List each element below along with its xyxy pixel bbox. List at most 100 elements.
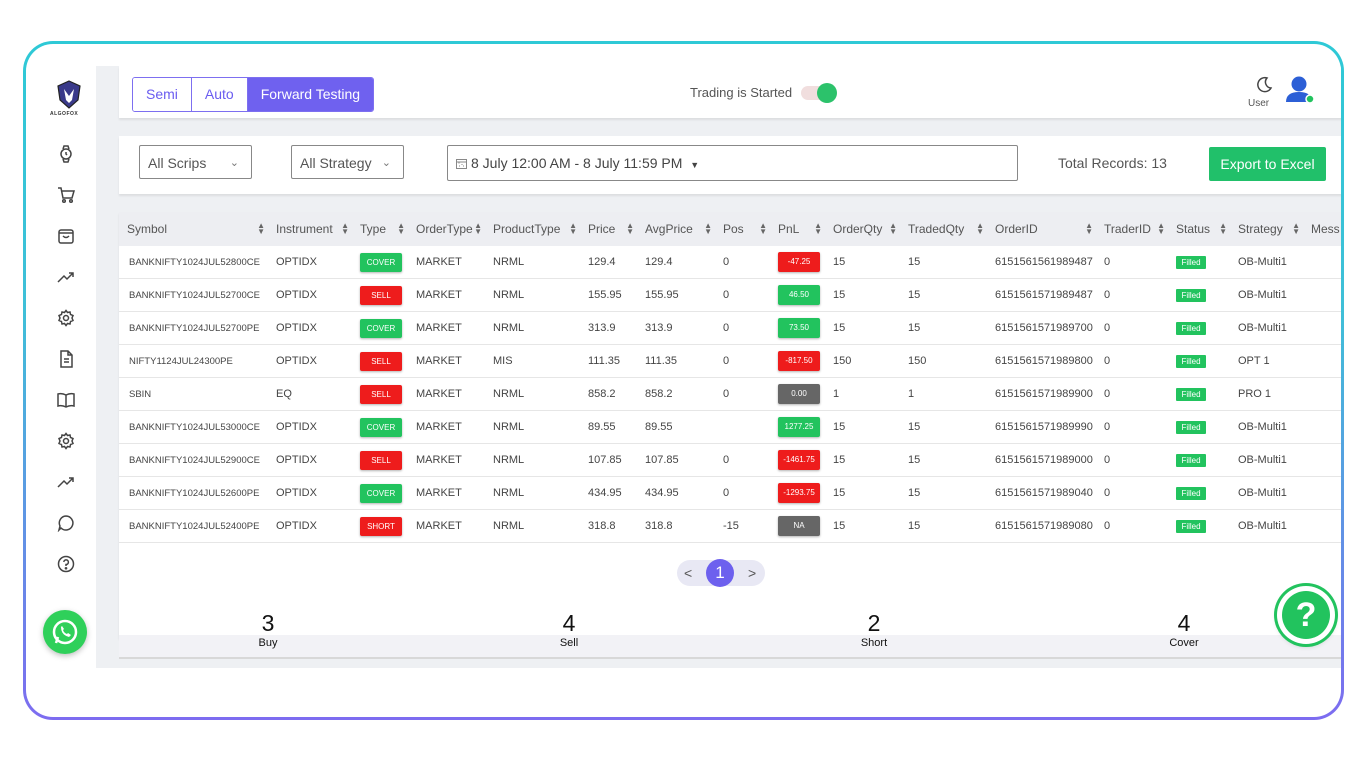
cell-ordertype: MARKET <box>408 311 485 345</box>
moon-icon[interactable] <box>1255 76 1273 99</box>
watch-icon[interactable] <box>56 144 76 164</box>
sort-icon[interactable]: ▲ ▼ <box>626 222 634 236</box>
cell-strategy: OB-Multi1 <box>1230 410 1303 444</box>
next-page-button[interactable]: > <box>748 565 756 581</box>
cell-price: 155.95 <box>580 278 637 312</box>
cell-symbol: BANKNIFTY1024JUL52400PE <box>119 509 268 543</box>
cell-strategy: OB-Multi1 <box>1230 443 1303 477</box>
tab-forward-testing[interactable]: Forward Testing <box>247 78 374 111</box>
cell-tqty: 150 <box>900 344 987 378</box>
cell-price: 129.4 <box>580 246 637 279</box>
help-circle-icon[interactable] <box>56 554 76 574</box>
pnl-badge: -1293.75 <box>778 483 820 503</box>
status-badge: Filled <box>1176 321 1206 335</box>
column-header-producttype[interactable]: ProductType ▲ ▼ <box>485 212 580 246</box>
date-range-picker[interactable]: 8 July 12:00 AM - 8 July 11:59 PM ▼ <box>447 145 1018 181</box>
sort-icon[interactable]: ▲ ▼ <box>814 222 822 236</box>
top-bar: Semi Auto Forward Testing Trading is Sta… <box>119 66 1341 118</box>
scrips-dropdown[interactable]: All Scrips ⌄ <box>139 145 252 179</box>
column-header-price[interactable]: Price ▲ ▼ <box>580 212 637 246</box>
cell-tqty: 15 <box>900 410 987 444</box>
document-icon[interactable] <box>56 349 76 369</box>
cell-type: SELL <box>352 443 408 477</box>
sort-icon[interactable]: ▲ ▼ <box>889 222 897 236</box>
trending-up-icon[interactable] <box>56 267 76 287</box>
table-row[interactable]: BANKNIFTY1024JUL52600PE OPTIDX COVER MARKET… <box>119 476 1341 510</box>
avatar[interactable] <box>1283 74 1315 106</box>
column-header-tradedqty[interactable]: TradedQty ▲ ▼ <box>900 212 987 246</box>
table-row[interactable]: BANKNIFTY1024JUL52700PE OPTIDX COVER MARKET… <box>119 311 1341 345</box>
table-row[interactable]: BANKNIFTY1024JUL52400PE OPTIDX SHORT MARKET… <box>119 509 1341 543</box>
sort-icon[interactable]: ▲ ▼ <box>397 222 405 236</box>
whatsapp-button[interactable] <box>43 610 87 654</box>
trending-up-icon-2[interactable] <box>56 472 76 492</box>
cell-product: NRML <box>485 443 580 477</box>
cell-type: COVER <box>352 246 408 279</box>
tab-auto[interactable]: Auto <box>191 78 248 111</box>
table-row[interactable]: SBIN EQ SELL MARKET NRML 858.2 858.2 0 0.00 1 1 615… <box>119 377 1341 411</box>
sort-icon[interactable]: ▲ ▼ <box>257 222 265 236</box>
cell-symbol: BANKNIFTY1024JUL53000CE <box>119 410 268 444</box>
trading-toggle[interactable] <box>801 83 837 103</box>
toggle-knob <box>817 83 837 103</box>
sort-icon[interactable]: ▲ ▼ <box>341 222 349 236</box>
help-button[interactable]: ? <box>1277 586 1335 644</box>
sort-icon[interactable]: ▲ ▼ <box>1157 222 1165 236</box>
pnl-badge: -47.25 <box>778 252 820 272</box>
sort-icon[interactable]: ▲ ▼ <box>704 222 712 236</box>
table-row[interactable]: BANKNIFTY1024JUL52800CE OPTIDX COVER MARKET… <box>119 246 1341 279</box>
column-header-pos[interactable]: Pos ▲ ▼ <box>715 212 770 246</box>
settings-icon[interactable] <box>56 308 76 328</box>
table-row[interactable]: BANKNIFTY1024JUL52700CE OPTIDX SELL MARKET N… <box>119 278 1341 312</box>
column-header-traderid[interactable]: TraderID ▲ ▼ <box>1096 212 1168 246</box>
prev-page-button[interactable]: < <box>684 565 692 581</box>
cell-traderid: 0 <box>1096 246 1168 279</box>
column-header-strategy[interactable]: Strategy ▲ ▼ <box>1230 212 1303 246</box>
column-header-instrument[interactable]: Instrument ▲ ▼ <box>268 212 352 246</box>
settings-icon-2[interactable] <box>56 431 76 451</box>
column-header-mess[interactable]: Mess <box>1303 212 1341 246</box>
column-header-ordertype[interactable]: OrderType ▲ ▼ <box>408 212 485 246</box>
shopping-bag-icon[interactable] <box>56 226 76 246</box>
cart-icon[interactable] <box>56 185 76 205</box>
column-label: Strategy <box>1238 222 1283 236</box>
sort-icon[interactable]: ▲ ▼ <box>569 222 577 236</box>
cell-type: COVER <box>352 476 408 510</box>
current-page[interactable]: 1 <box>706 559 734 587</box>
user-menu[interactable]: User <box>1243 74 1315 118</box>
sort-icon[interactable]: ▲ ▼ <box>976 222 984 236</box>
column-header-orderid[interactable]: OrderID ▲ ▼ <box>987 212 1096 246</box>
chevron-down-icon: ⌄ <box>229 157 239 169</box>
column-label: AvgPrice <box>645 222 693 236</box>
column-header-avgprice[interactable]: AvgPrice ▲ ▼ <box>637 212 715 246</box>
sort-icon[interactable]: ▲ ▼ <box>1292 222 1300 236</box>
table-row[interactable]: BANKNIFTY1024JUL53000CE OPTIDX COVER MARKET… <box>119 410 1341 444</box>
column-label: Instrument <box>276 222 333 236</box>
pnl-badge: 0.00 <box>778 384 820 404</box>
cell-instrument: OPTIDX <box>268 410 352 444</box>
column-header-orderqty[interactable]: OrderQty ▲ ▼ <box>825 212 900 246</box>
column-header-status[interactable]: Status ▲ ▼ <box>1168 212 1230 246</box>
chat-icon[interactable] <box>56 513 76 533</box>
caret-down-icon: ▼ <box>690 160 700 170</box>
export-excel-button[interactable]: Export to Excel <box>1209 147 1326 181</box>
sort-icon[interactable]: ▲ ▼ <box>759 222 767 236</box>
sort-icon[interactable]: ▲ ▼ <box>474 222 482 236</box>
column-header-pnl[interactable]: PnL ▲ ▼ <box>770 212 825 246</box>
strategy-dropdown[interactable]: All Strategy ⌄ <box>291 145 404 179</box>
column-header-symbol[interactable]: Symbol ▲ ▼ <box>119 212 268 246</box>
sort-icon[interactable]: ▲ ▼ <box>1085 222 1093 236</box>
cell-status: Filled <box>1168 344 1230 378</box>
column-label: Type <box>360 222 387 236</box>
cell-orderid: 6151561571989040 <box>987 476 1096 510</box>
tab-semi[interactable]: Semi <box>133 78 192 111</box>
sort-icon[interactable]: ▲ ▼ <box>1219 222 1227 236</box>
table-row[interactable]: NIFTY1124JUL24300PE OPTIDX SELL MARKET MIS 11… <box>119 344 1341 378</box>
type-badge: SELL <box>360 351 402 371</box>
strategy-value: All Strategy <box>300 155 372 171</box>
table-row[interactable]: BANKNIFTY1024JUL52900CE OPTIDX SELL MARKET N… <box>119 443 1341 477</box>
column-header-type[interactable]: Type ▲ ▼ <box>352 212 408 246</box>
book-icon[interactable] <box>56 390 76 410</box>
cell-status: Filled <box>1168 443 1230 477</box>
status-badge: Filled <box>1176 354 1206 368</box>
